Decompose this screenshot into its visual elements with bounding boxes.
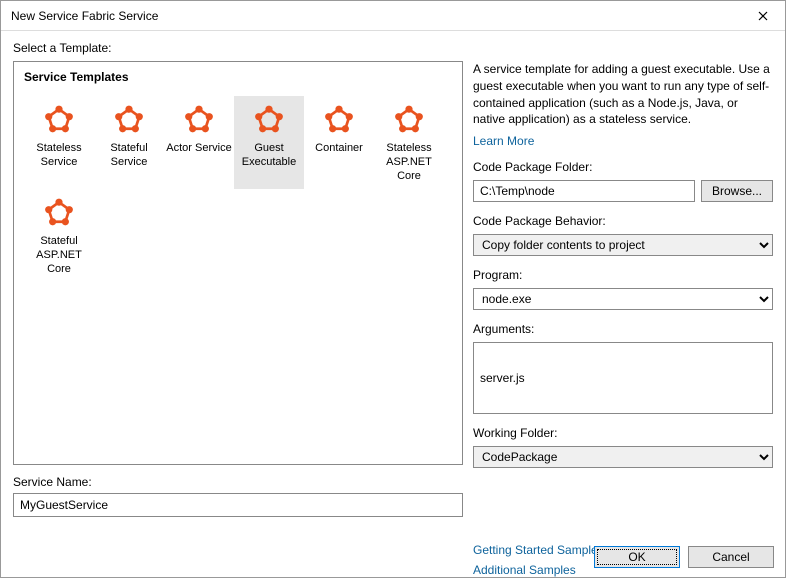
template-item-container[interactable]: Container bbox=[304, 96, 374, 189]
template-item-stateful-asp-net-core[interactable]: Stateful ASP.NET Core bbox=[24, 189, 94, 282]
servicefabric-icon bbox=[391, 102, 427, 138]
program-label: Program: bbox=[473, 268, 773, 282]
behavior-select[interactable]: Copy folder contents to project bbox=[473, 234, 773, 256]
servicefabric-icon bbox=[41, 195, 77, 231]
template-item-stateful-service[interactable]: Stateful Service bbox=[94, 96, 164, 189]
template-item-label: Stateful ASP.NET Core bbox=[26, 235, 92, 276]
service-name-label: Service Name: bbox=[13, 475, 463, 489]
servicefabric-icon bbox=[181, 102, 217, 138]
template-item-stateless-service[interactable]: Stateless Service bbox=[24, 96, 94, 189]
template-item-actor-service[interactable]: Actor Service bbox=[164, 96, 234, 189]
select-template-label: Select a Template: bbox=[13, 41, 773, 55]
arguments-input[interactable] bbox=[473, 342, 773, 413]
cancel-button[interactable]: Cancel bbox=[688, 546, 774, 568]
template-item-guest-executable[interactable]: Guest Executable bbox=[234, 96, 304, 189]
learn-more-link[interactable]: Learn More bbox=[473, 134, 773, 148]
browse-button[interactable]: Browse... bbox=[701, 180, 773, 202]
templates-box: Service Templates Stateless ServiceState… bbox=[13, 61, 463, 465]
working-folder-select[interactable]: CodePackage bbox=[473, 446, 773, 468]
program-select[interactable]: node.exe bbox=[473, 288, 773, 310]
template-description: A service template for adding a guest ex… bbox=[473, 61, 773, 128]
ok-button[interactable]: OK bbox=[594, 546, 680, 568]
template-item-label: Stateless ASP.NET Core bbox=[376, 142, 442, 183]
template-item-label: Container bbox=[315, 142, 363, 156]
servicefabric-icon bbox=[111, 102, 147, 138]
servicefabric-icon bbox=[41, 102, 77, 138]
arguments-label: Arguments: bbox=[473, 322, 773, 336]
template-item-label: Stateful Service bbox=[96, 142, 162, 170]
servicefabric-icon bbox=[251, 102, 287, 138]
behavior-label: Code Package Behavior: bbox=[473, 214, 773, 228]
close-button[interactable] bbox=[740, 1, 785, 31]
templates-title: Service Templates bbox=[24, 70, 452, 84]
code-folder-label: Code Package Folder: bbox=[473, 160, 773, 174]
working-folder-label: Working Folder: bbox=[473, 426, 773, 440]
window-title: New Service Fabric Service bbox=[11, 9, 158, 23]
template-item-label: Stateless Service bbox=[26, 142, 92, 170]
template-item-stateless-asp-net-core[interactable]: Stateless ASP.NET Core bbox=[374, 96, 444, 189]
template-item-label: Actor Service bbox=[166, 142, 231, 156]
service-name-input[interactable] bbox=[13, 493, 463, 517]
template-item-label: Guest Executable bbox=[236, 142, 302, 170]
close-icon bbox=[758, 11, 768, 21]
servicefabric-icon bbox=[321, 102, 357, 138]
code-folder-input[interactable] bbox=[473, 180, 695, 202]
